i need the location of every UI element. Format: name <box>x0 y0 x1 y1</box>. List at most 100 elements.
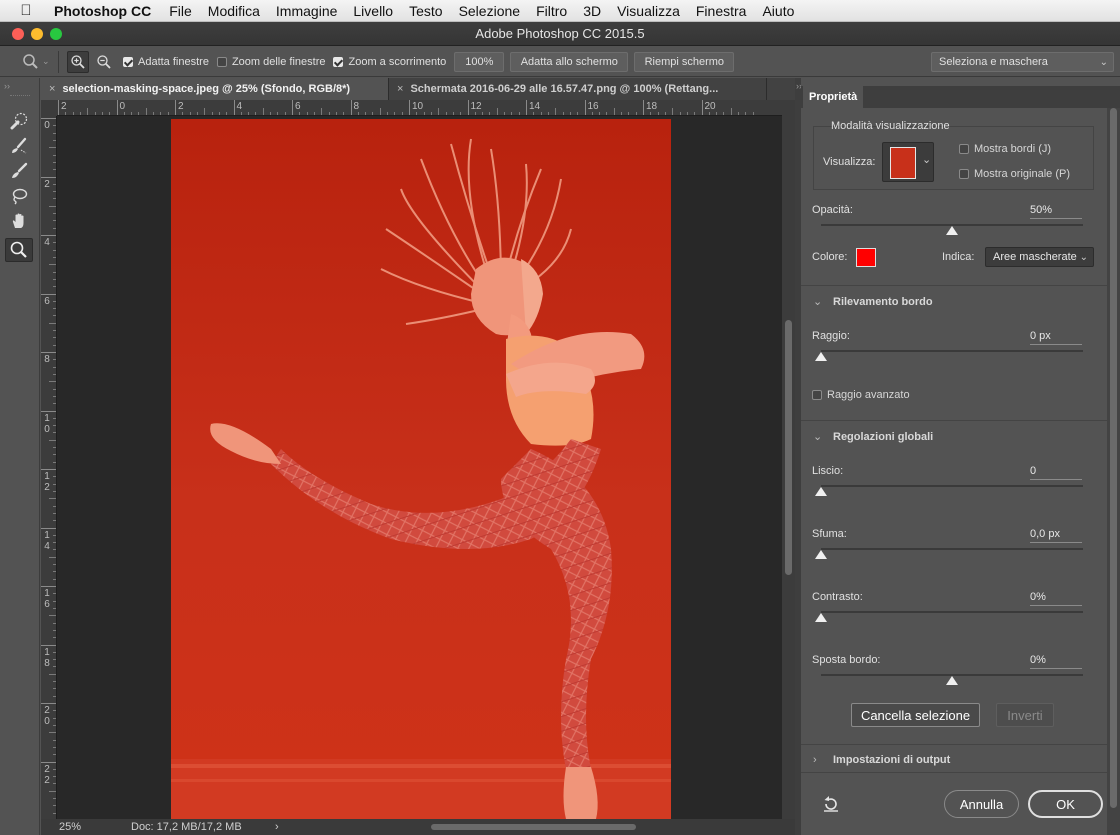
menu-visualizza[interactable]: Visualizza <box>609 3 688 19</box>
ok-button[interactable]: OK <box>1028 790 1103 818</box>
zoom-window-button[interactable] <box>50 28 62 40</box>
ruler-label: 4 <box>44 237 50 248</box>
fit-windows-checkbox[interactable]: Adatta finestre <box>123 56 209 68</box>
ruler-label: 12 <box>470 101 482 112</box>
reset-icon[interactable] <box>821 794 841 814</box>
ruler-minor-tick <box>53 812 56 814</box>
invert-button[interactable]: Inverti <box>996 703 1054 727</box>
show-original-checkbox[interactable]: Mostra originale (P) <box>959 168 1070 180</box>
tool-preset-picker[interactable]: ⌄ <box>0 53 58 71</box>
collapse-panel-icon[interactable]: ›› <box>4 81 10 91</box>
menu-file[interactable]: File <box>161 3 200 19</box>
chevron-down-icon: ⌄ <box>1099 56 1108 68</box>
brush-icon[interactable] <box>5 159 33 183</box>
color-swatch[interactable] <box>856 248 876 267</box>
minimize-window-button[interactable] <box>31 28 43 40</box>
contrast-value[interactable]: 0% <box>1030 591 1082 606</box>
indicates-dropdown[interactable]: Aree mascherate ⌄ <box>985 247 1094 267</box>
contrast-slider[interactable] <box>815 611 1083 622</box>
menu-livello[interactable]: Livello <box>345 3 401 19</box>
lasso-icon[interactable] <box>5 184 33 208</box>
shift-edge-value[interactable]: 0% <box>1030 654 1082 669</box>
apple-logo-icon[interactable]:  <box>0 2 52 19</box>
ruler-minor-tick <box>53 695 56 697</box>
ruler-tick <box>41 644 56 646</box>
ruler-minor-tick <box>262 108 264 115</box>
ruler-minor-tick <box>49 790 56 792</box>
horizontal-scroll-thumb[interactable] <box>431 824 636 830</box>
global-refinements-header[interactable]: ⌄ Regolazioni globali <box>813 430 933 443</box>
menu-3d[interactable]: 3D <box>575 3 609 19</box>
clear-selection-button[interactable]: Cancella selezione <box>851 703 980 727</box>
ruler-minor-tick <box>53 578 56 580</box>
zoom-all-windows-checkbox[interactable]: Zoom delle finestre <box>216 56 325 68</box>
tab-schermata[interactable]: × Schermata 2016-06-29 alle 16.57.47.png… <box>389 78 767 100</box>
workspace-dropdown-value: Seleziona e maschera <box>939 56 1048 68</box>
tab-properties[interactable]: Proprietà <box>803 86 864 108</box>
menu-aiuto[interactable]: Aiuto <box>754 3 802 19</box>
panel-scrollbar[interactable] <box>1107 108 1120 835</box>
canvas[interactable] <box>58 117 782 819</box>
zoom-out-icon[interactable] <box>93 51 115 73</box>
smart-radius-checkbox[interactable]: Raggio avanzato <box>812 389 910 401</box>
scrubby-zoom-checkbox[interactable]: Zoom a scorrimento <box>333 56 446 68</box>
zoom-in-icon[interactable] <box>67 50 89 73</box>
smooth-slider[interactable] <box>815 485 1083 496</box>
feather-value[interactable]: 0,0 px <box>1030 528 1082 543</box>
feather-slider[interactable] <box>815 548 1083 559</box>
hand-icon[interactable] <box>5 209 33 233</box>
opacity-slider[interactable] <box>821 224 1083 235</box>
edge-detection-header[interactable]: ⌄ Rilevamento bordo <box>813 295 933 308</box>
menu-immagine[interactable]: Immagine <box>268 3 345 19</box>
close-tab-icon[interactable]: × <box>49 83 55 95</box>
checkbox-unchecked-icon <box>959 169 969 179</box>
slider-knob[interactable] <box>946 676 958 685</box>
status-menu-arrow-icon[interactable]: › <box>275 821 279 833</box>
workspace-dropdown[interactable]: Seleziona e maschera ⌄ <box>931 52 1114 72</box>
tab-selection-masking-space[interactable]: × selection-masking-space.jpeg @ 25% (Sf… <box>41 78 389 100</box>
quick-selection-icon[interactable] <box>5 109 33 133</box>
ruler-origin[interactable] <box>41 100 57 116</box>
vertical-ruler[interactable]: 0 2 4 6 8 10 12 14 16 18 20 22 <box>41 116 57 819</box>
ruler-label: 4 <box>236 101 243 112</box>
radius-value[interactable]: 0 px <box>1030 330 1082 345</box>
menu-modifica[interactable]: Modifica <box>200 3 268 19</box>
shift-edge-slider[interactable] <box>821 674 1083 685</box>
fit-screen-button[interactable]: Adatta allo schermo <box>510 51 629 72</box>
refine-edge-brush-icon[interactable] <box>5 134 33 158</box>
vertical-scrollbar[interactable] <box>782 100 795 819</box>
ruler-minor-tick <box>438 108 440 115</box>
horizontal-ruler[interactable]: 2 0 2 4 6 8 10 12 14 16 18 20 <box>57 100 782 116</box>
ruler-label: 20 <box>44 705 50 727</box>
menu-finestra[interactable]: Finestra <box>688 3 755 19</box>
menu-filtro[interactable]: Filtro <box>528 3 575 19</box>
show-edge-checkbox[interactable]: Mostra bordi (J) <box>959 143 1051 155</box>
close-tab-icon[interactable]: × <box>397 83 403 95</box>
slider-knob[interactable] <box>946 226 958 235</box>
view-mode-dropdown[interactable]: ⌄ <box>882 142 934 182</box>
output-settings-header[interactable]: › Impostazioni di output <box>813 754 950 766</box>
ruler-minor-tick <box>343 112 345 115</box>
menu-testo[interactable]: Testo <box>401 3 450 19</box>
scroll-thumb[interactable] <box>1110 108 1117 808</box>
radius-slider[interactable] <box>815 350 1083 361</box>
smooth-value[interactable]: 0 <box>1030 465 1082 480</box>
fill-screen-button[interactable]: Riempi schermo <box>634 51 735 72</box>
zoom-level[interactable]: 25% <box>59 821 129 833</box>
opacity-value[interactable]: 50% <box>1030 204 1082 219</box>
menu-app-name[interactable]: Photoshop CC <box>52 3 161 19</box>
zoom-icon[interactable] <box>5 238 33 262</box>
zoom-100-button[interactable]: 100% <box>454 51 505 72</box>
slider-knob[interactable] <box>815 487 827 496</box>
ruler-minor-tick <box>53 286 56 288</box>
slider-knob[interactable] <box>815 613 827 622</box>
ruler-tick <box>41 703 56 704</box>
slider-knob[interactable] <box>815 550 827 559</box>
view-mode-title: Modalità visualizzazione <box>831 120 950 132</box>
close-window-button[interactable] <box>12 28 24 40</box>
scroll-thumb[interactable] <box>785 320 792 575</box>
menu-selezione[interactable]: Selezione <box>451 3 529 19</box>
ruler-minor-tick <box>53 183 56 185</box>
slider-knob[interactable] <box>815 352 827 361</box>
cancel-button[interactable]: Annulla <box>944 790 1019 818</box>
